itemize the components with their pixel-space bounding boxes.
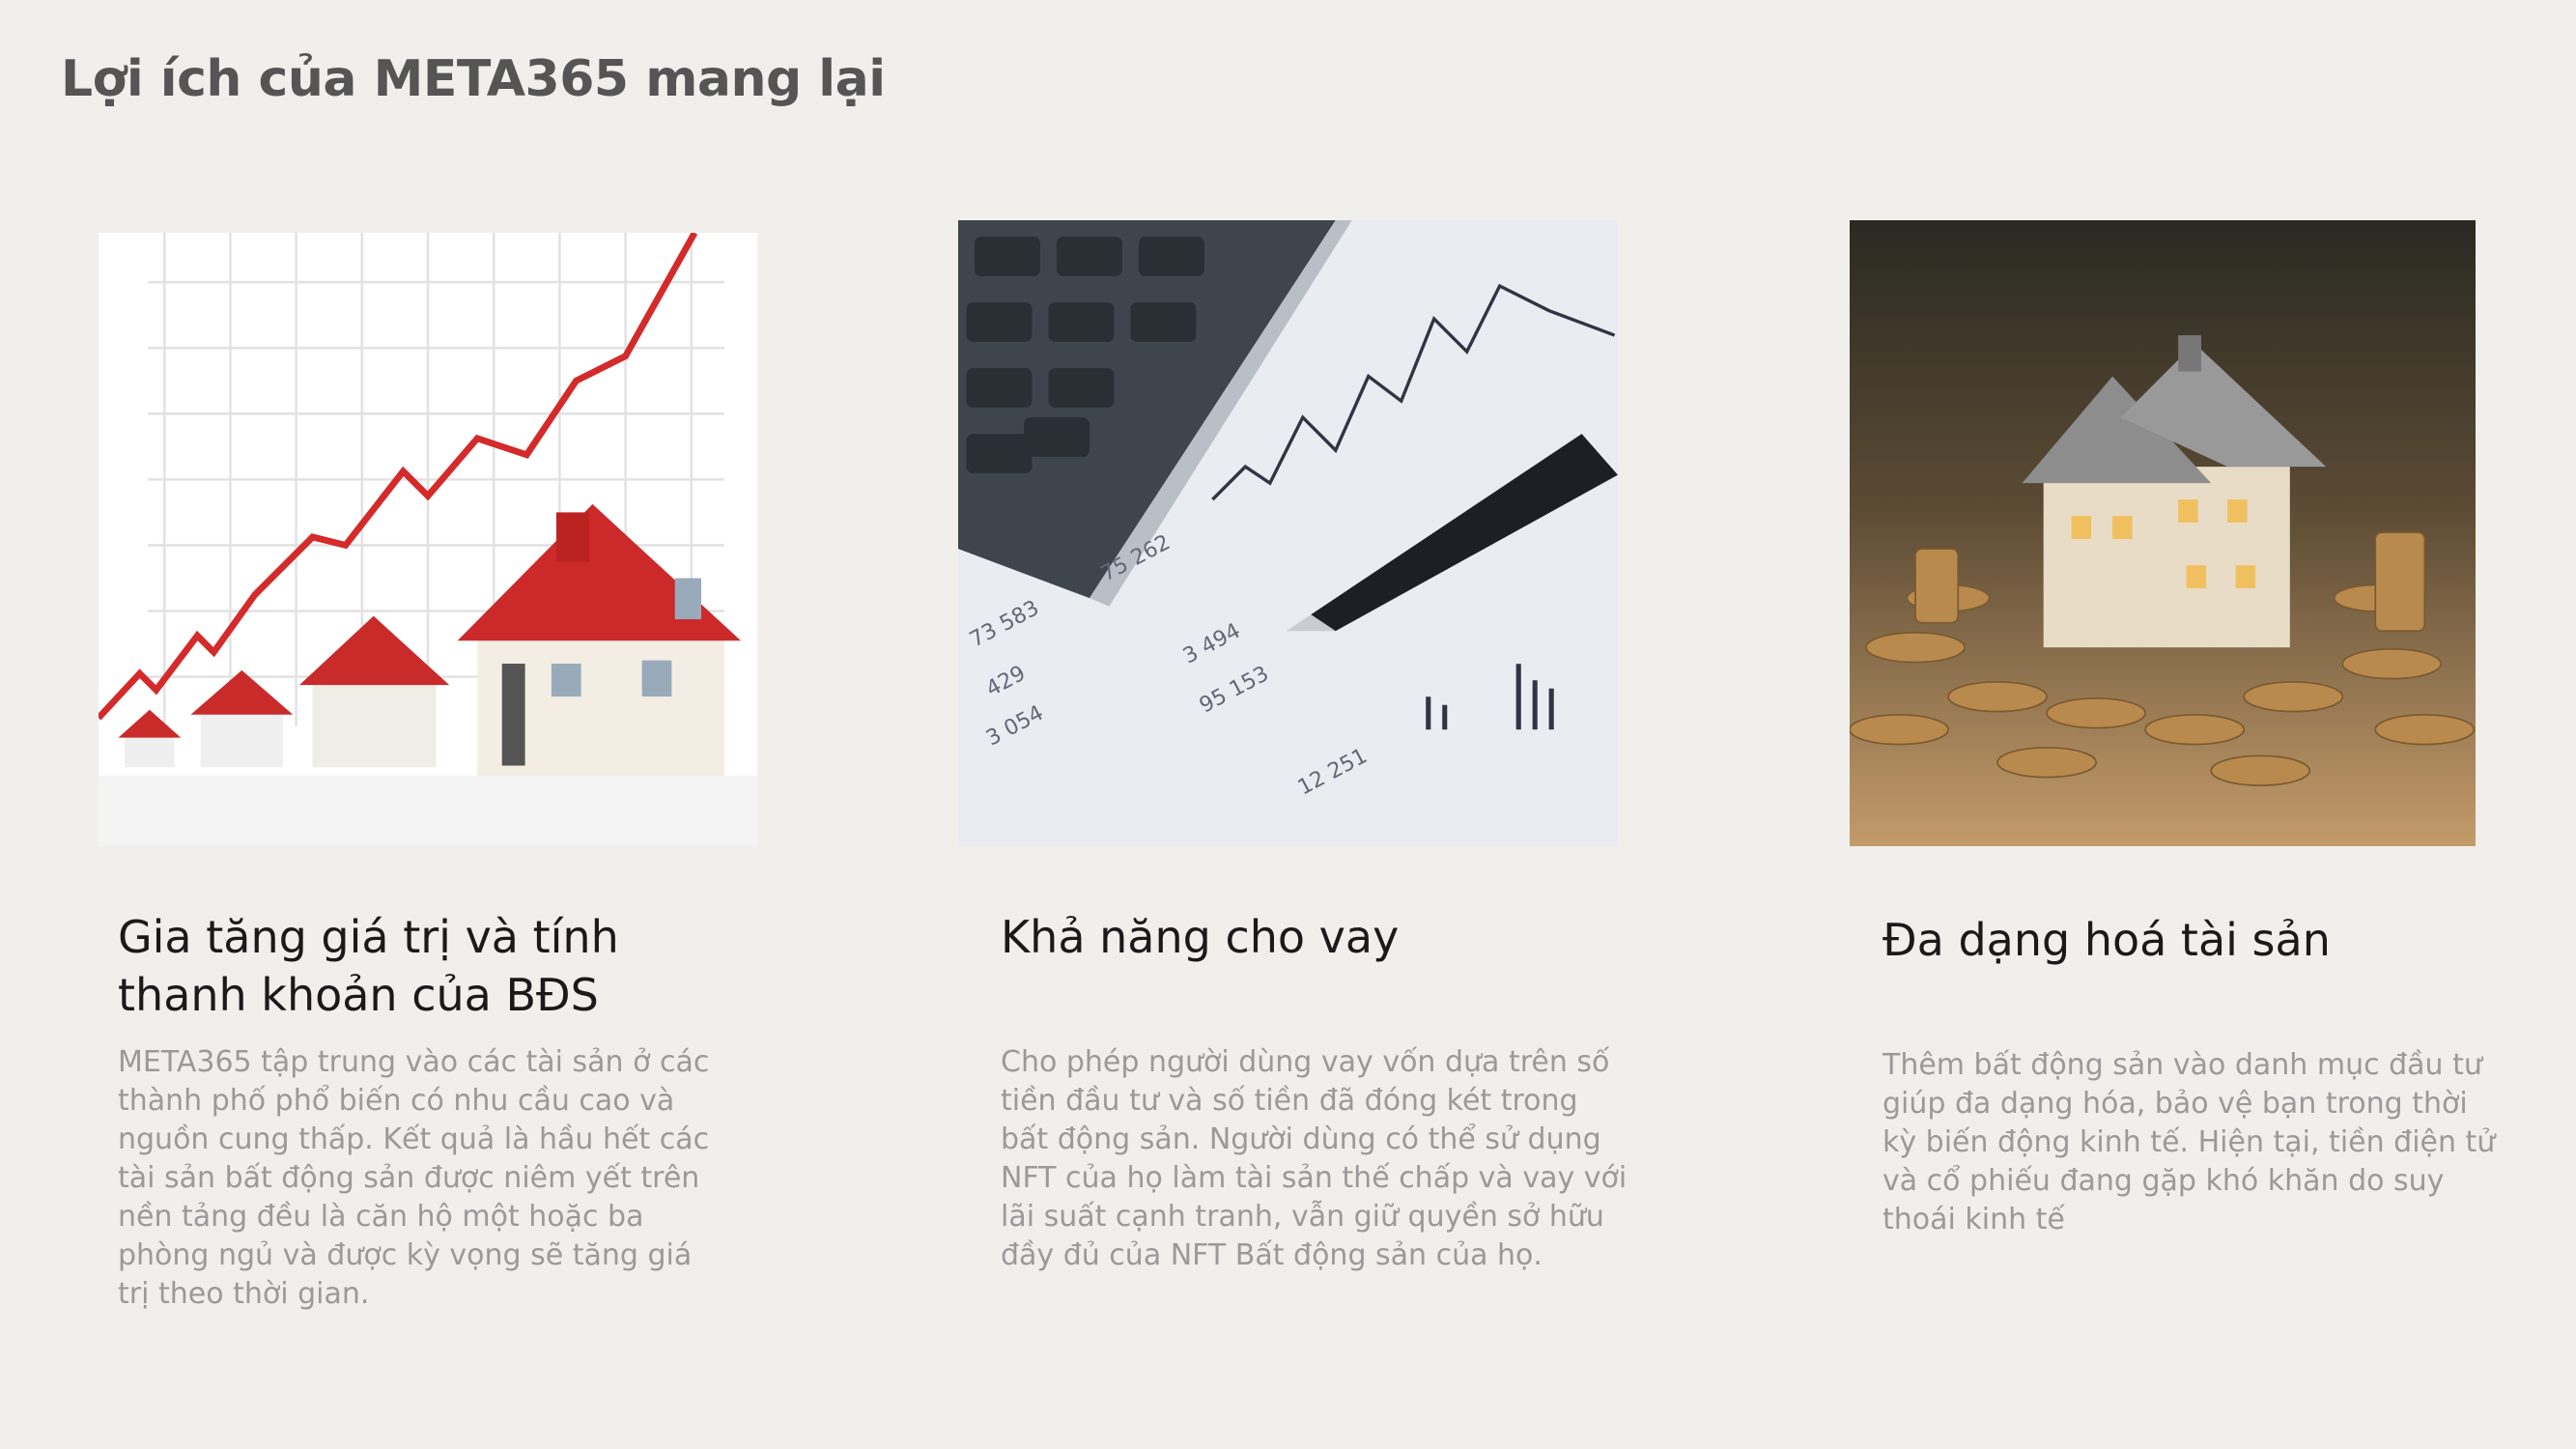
- rising-chart-houses-image: [99, 233, 757, 846]
- card-body-value-liquidity: META365 tập trung vào các tài sản ở các …: [118, 1045, 710, 1311]
- house-on-coins-image: [1850, 220, 2476, 846]
- card-heading-diversification: Đa dạng hoá tài sản: [1882, 914, 2331, 966]
- page-title: Lợi ích của META365 mang lại: [61, 50, 886, 108]
- card-body-lending: Cho phép người dùng vay vốn dựa trên số …: [1001, 1045, 1628, 1272]
- card-heading-lending: Khả năng cho vay: [1001, 911, 1400, 963]
- card-heading-value-liquidity: Gia tăng giá trị và tính thanh khoản của…: [118, 911, 619, 1021]
- calculator-pen-financial-report-image: 73 583 429 3 054 75 262 3 494 95 153 12 …: [958, 220, 1618, 846]
- card-body-diversification: Thêm bất động sản vào danh mục đầu tư gi…: [1882, 1048, 2496, 1236]
